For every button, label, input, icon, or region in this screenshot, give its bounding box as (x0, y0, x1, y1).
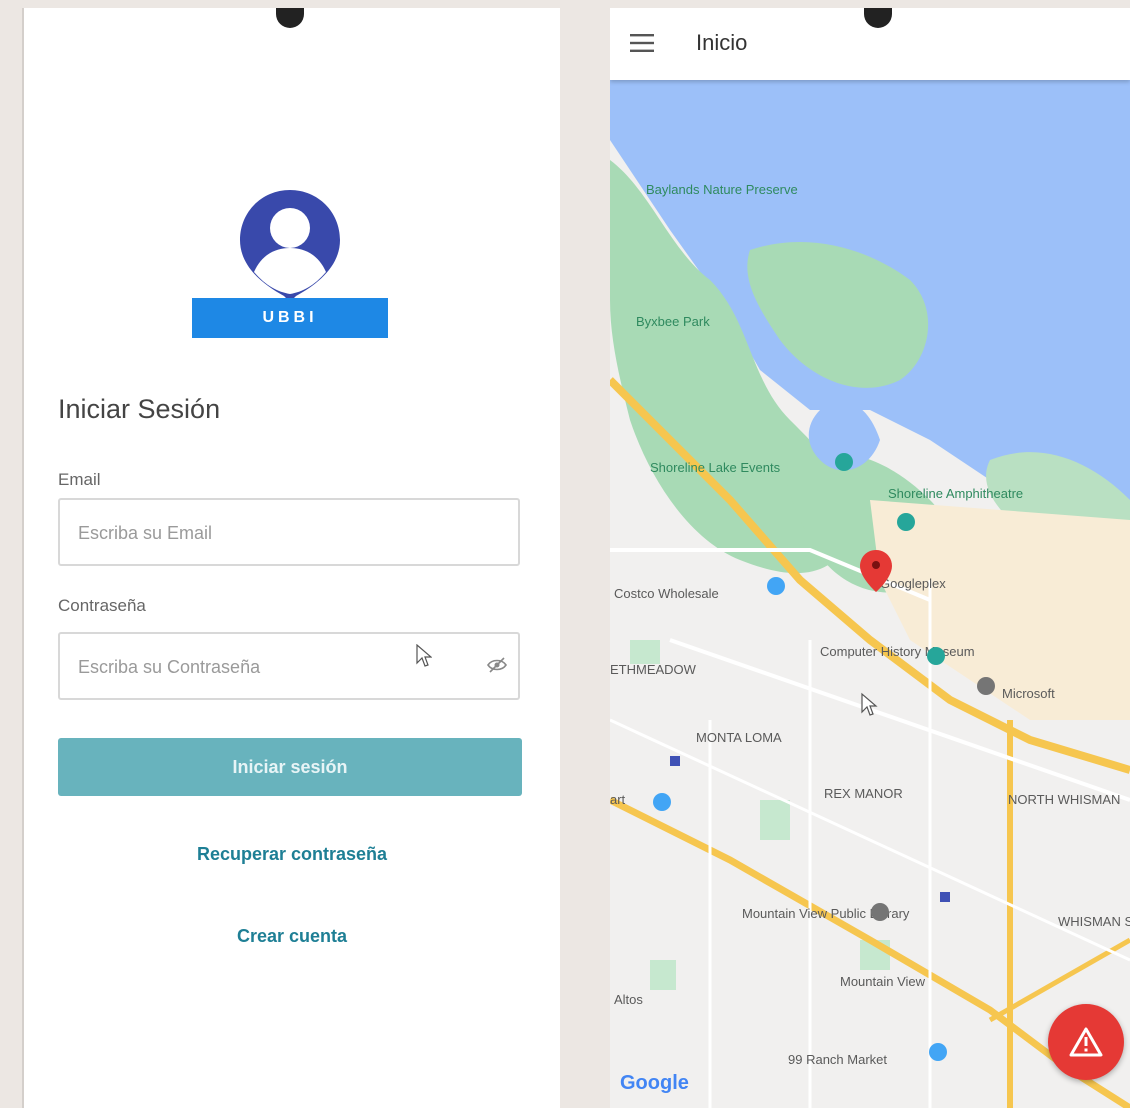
app-logo: UBBI (192, 184, 388, 344)
place-monta-loma: MONTA LOMA (696, 730, 782, 745)
place-microsoft: Microsoft (1002, 686, 1055, 701)
login-button[interactable]: Iniciar sesión (58, 738, 522, 796)
place-baylands: Baylands Nature Preserve (646, 182, 798, 197)
map-view[interactable]: Baylands Nature Preserve Byxbee Park Sho… (610, 80, 1130, 1108)
recover-password-link[interactable]: Recuperar contraseña (24, 844, 560, 865)
email-label: Email (58, 470, 101, 489)
place-shoreline-lake: Shoreline Lake Events (650, 460, 781, 475)
map-pin-icon[interactable] (929, 1043, 947, 1061)
mouse-cursor-icon (416, 644, 432, 667)
map-pin-icon[interactable] (835, 453, 853, 471)
map-pin-icon[interactable] (653, 793, 671, 811)
warning-icon (1069, 1027, 1103, 1057)
menu-icon[interactable] (630, 34, 654, 52)
place-costco: Costco Wholesale (614, 586, 719, 601)
brand-badge: UBBI (192, 298, 388, 338)
place-north-whisman: NORTH WHISMAN (1008, 792, 1120, 807)
alert-button[interactable] (1048, 1004, 1124, 1080)
map-pin-icon[interactable] (927, 647, 945, 665)
map-pin-icon[interactable] (897, 513, 915, 531)
place-whisman-station: WHISMAN STATION (1058, 914, 1130, 929)
place-googleplex: Googleplex (880, 576, 946, 591)
place-rex-manor: REX MANOR (824, 786, 903, 801)
eye-off-icon[interactable] (486, 656, 508, 674)
home-screen: Inicio Baylands Nature Preserve Byxbee P… (610, 8, 1130, 1108)
map-pin-icon[interactable] (977, 677, 995, 695)
place-mart: art (610, 792, 626, 807)
app-bar-title: Inicio (696, 30, 748, 55)
password-field-box[interactable] (58, 632, 520, 700)
create-account-link[interactable]: Crear cuenta (24, 926, 560, 947)
email-field-box[interactable] (58, 498, 520, 566)
page-title: Iniciar Sesión (58, 394, 221, 424)
google-logo: Google (620, 1072, 689, 1095)
place-ranch-market: 99 Ranch Market (788, 1052, 887, 1067)
map-pin-icon[interactable] (767, 577, 785, 595)
place-meadow: ETHMEADOW (610, 662, 697, 677)
email-field[interactable] (76, 500, 460, 566)
map-pin-icon[interactable] (871, 903, 889, 921)
login-screen: UBBI Iniciar Sesión Email Contraseña Ini… (22, 8, 560, 1108)
place-altos: Altos (614, 992, 643, 1007)
place-byxbee: Byxbee Park (636, 314, 710, 329)
google-logo-text: Google (620, 1072, 689, 1094)
place-mountain-view: Mountain View (840, 974, 926, 989)
place-amphitheatre: Shoreline Amphitheatre (888, 486, 1023, 501)
password-field[interactable] (76, 634, 460, 700)
password-label: Contraseña (58, 596, 146, 615)
camera-notch (276, 8, 304, 28)
user-pin-icon (240, 190, 340, 302)
place-museum: Computer History Museum (820, 644, 975, 659)
